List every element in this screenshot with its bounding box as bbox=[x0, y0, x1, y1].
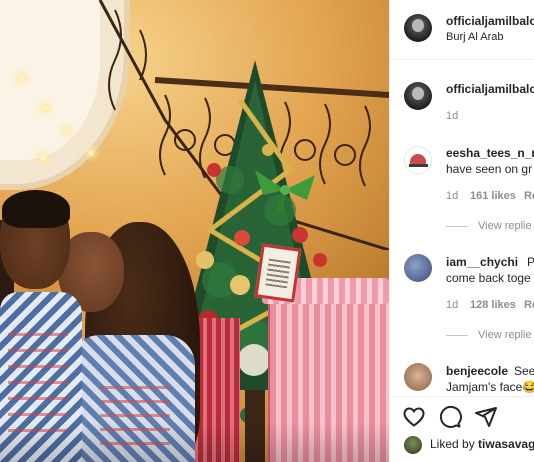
photo-green-bow bbox=[255, 170, 315, 215]
view-replies-button[interactable]: View replie bbox=[446, 220, 532, 232]
share-icon[interactable] bbox=[474, 405, 498, 429]
liked-by-prefix: Liked by bbox=[430, 437, 479, 451]
liked-by-text[interactable]: Liked by tiwasavag bbox=[430, 437, 534, 451]
author-username[interactable]: officialjamilbalo bbox=[446, 14, 534, 28]
comment-likes[interactable]: 128 likes bbox=[470, 299, 516, 311]
comment-timestamp[interactable]: 1d bbox=[446, 299, 458, 311]
comment-likes[interactable]: 161 likes bbox=[470, 190, 516, 202]
photo-floor-shade bbox=[0, 422, 389, 462]
commenter-avatar[interactable] bbox=[404, 254, 432, 282]
post-header: officialjamilbalo Burj Al Arab bbox=[390, 0, 534, 60]
comment-icon[interactable] bbox=[438, 405, 462, 429]
commenter-avatar[interactable] bbox=[404, 363, 432, 391]
comment-text-start: See bbox=[514, 364, 534, 378]
post-photo[interactable] bbox=[0, 0, 389, 462]
comment-username[interactable]: eesha_tees_n_m bbox=[446, 146, 534, 160]
heart-icon[interactable] bbox=[402, 405, 426, 429]
caption-author-avatar[interactable] bbox=[404, 82, 432, 110]
author-avatar[interactable] bbox=[404, 14, 432, 42]
post-side-panel: officialjamilbalo Burj Al Arab officialj… bbox=[389, 0, 534, 462]
commenter-avatar[interactable] bbox=[404, 146, 432, 174]
comment-text: Jamjam's face😂 bbox=[446, 380, 534, 394]
comment-reply-button[interactable]: Re bbox=[524, 190, 534, 202]
comment-timestamp[interactable]: 1d bbox=[446, 190, 458, 202]
liked-by-user[interactable]: tiwasavag bbox=[478, 437, 534, 451]
comment-text: come back toge bbox=[446, 271, 531, 285]
comment-username[interactable]: benjeecole bbox=[446, 364, 508, 378]
caption-timestamp[interactable]: 1d bbox=[446, 110, 458, 122]
photo-ceiling-light bbox=[88, 150, 94, 156]
comment-reply-button[interactable]: Re bbox=[524, 299, 534, 311]
caption-author-username[interactable]: officialjamilbalo bbox=[446, 82, 534, 96]
post-location[interactable]: Burj Al Arab bbox=[446, 31, 503, 43]
comment-text-start: Pl bbox=[527, 255, 534, 269]
liked-by-avatar[interactable] bbox=[404, 436, 422, 454]
comment-username[interactable]: iam__chychi bbox=[446, 255, 518, 269]
photo-ceiling-light bbox=[64, 128, 70, 134]
photo-boy-hair bbox=[2, 190, 70, 228]
photo-ceiling-light bbox=[18, 75, 24, 81]
photo-gift-tag bbox=[254, 243, 302, 303]
photo-ceiling-light bbox=[40, 155, 46, 161]
comment-text: have seen on gr bbox=[446, 162, 533, 176]
photo-ceiling-light bbox=[42, 105, 48, 111]
view-replies-button[interactable]: View replie bbox=[446, 329, 532, 341]
